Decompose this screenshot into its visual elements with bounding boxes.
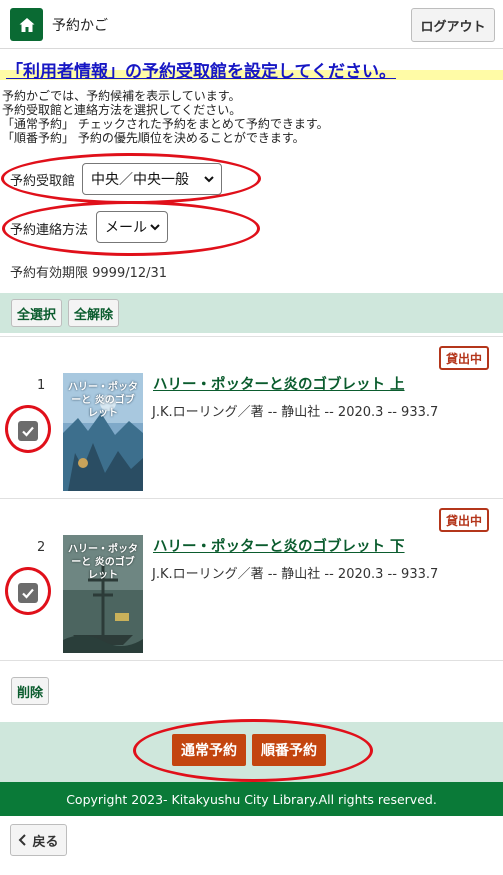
deselect-all-button[interactable]: 全解除 bbox=[68, 299, 119, 327]
footer-copyright: Copyright 2023- Kitakyushu City Library.… bbox=[0, 782, 503, 816]
book-title-link[interactable]: ハリー・ポッターと炎のゴブレット 下 bbox=[153, 535, 405, 556]
item-number: 1 bbox=[37, 378, 46, 393]
header-bar: 予約かご ログアウト bbox=[0, 0, 503, 49]
chevron-left-icon bbox=[19, 834, 27, 846]
description-line: 予約かごでは、予約候補を表示しています。 bbox=[2, 89, 241, 103]
list-item: 貸出中 2 ハリー・ポッターと 炎のゴブレット ハリー・ポッターと炎のゴブレット… bbox=[0, 498, 503, 661]
back-label: 戻る bbox=[32, 834, 59, 850]
annotation-ellipse bbox=[1, 153, 261, 204]
item-number: 2 bbox=[37, 540, 46, 555]
annotation-ellipse bbox=[133, 719, 373, 782]
description-line: 「順番予約」 予約の優先順位を決めることができます。 bbox=[2, 131, 305, 145]
book-meta: J.K.ローリング／著 -- 静山社 -- 2020.3 -- 933.7 bbox=[152, 567, 439, 582]
annotation-ellipse bbox=[2, 201, 260, 256]
book-cover[interactable]: ハリー・ポッターと 炎のゴブレット bbox=[63, 535, 143, 653]
notice-link[interactable]: 「利用者情報」の予約受取館を設定してください。 bbox=[6, 57, 396, 82]
book-cover[interactable]: ハリー・ポッターと 炎のゴブレット bbox=[63, 373, 143, 491]
status-badge: 貸出中 bbox=[439, 346, 489, 370]
delete-button[interactable]: 削除 bbox=[11, 677, 49, 705]
back-button[interactable]: 戻る bbox=[10, 824, 67, 856]
list-item: 貸出中 1 ハリー・ポッターと 炎のゴブレット ハリー・ポッターと炎のゴブレット… bbox=[0, 336, 503, 499]
book-meta: J.K.ローリング／著 -- 静山社 -- 2020.3 -- 933.7 bbox=[152, 405, 439, 420]
description-line: 「通常予約」 チェックされた予約をまとめて予約できます。 bbox=[2, 117, 329, 131]
cover-title: ハリー・ポッターと 炎のゴブレット bbox=[68, 544, 138, 581]
notice-banner: 「利用者情報」の予約受取館を設定してください。 bbox=[0, 56, 503, 82]
status-badge: 貸出中 bbox=[439, 508, 489, 532]
logout-button[interactable]: ログアウト bbox=[411, 8, 495, 42]
home-icon bbox=[19, 17, 34, 32]
annotation-ellipse bbox=[5, 567, 51, 615]
select-all-button[interactable]: 全選択 bbox=[11, 299, 62, 327]
description: 予約かごでは、予約候補を表示しています。 予約受取館と連絡方法を選択してください… bbox=[2, 89, 329, 145]
cover-title: ハリー・ポッターと 炎のゴブレット bbox=[68, 382, 138, 419]
expiry-date: 予約有効期限 9999/12/31 bbox=[10, 266, 168, 281]
page-title: 予約かご bbox=[52, 18, 108, 34]
divider bbox=[0, 660, 503, 661]
annotation-ellipse bbox=[5, 405, 51, 453]
book-title-link[interactable]: ハリー・ポッターと炎のゴブレット 上 bbox=[153, 373, 405, 394]
home-button[interactable] bbox=[10, 8, 43, 41]
selection-toolbar: 全選択 全解除 bbox=[0, 293, 503, 333]
description-line: 予約受取館と連絡方法を選択してください。 bbox=[2, 103, 242, 117]
